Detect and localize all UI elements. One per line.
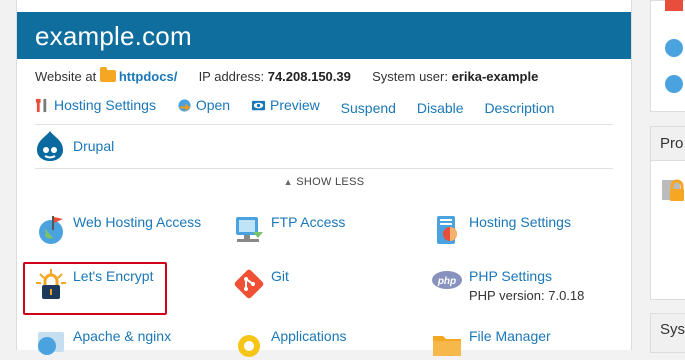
lock-icon (662, 179, 684, 201)
open-link[interactable]: Open (177, 97, 230, 113)
drupal-icon (37, 131, 63, 161)
actions-bar: Hosting Settings Open Preview Suspend Di… (35, 97, 571, 116)
show-less-toggle[interactable]: ▲ SHOW LESS (17, 176, 631, 188)
eye-icon (251, 100, 266, 110)
calendar-icon (665, 0, 683, 11)
httpdocs-link[interactable]: httpdocs/ (119, 69, 178, 84)
chevron-up-icon: ▲ (283, 177, 293, 187)
folder-icon (99, 67, 116, 82)
gear-icon (238, 335, 260, 357)
apache-nginx-tile[interactable]: Apache & nginx (35, 328, 171, 360)
php-version: PHP version: 7.0.18 (469, 288, 585, 303)
domain-info: Website at httpdocs/ IP address: 74.208.… (35, 67, 539, 84)
divider (35, 168, 613, 169)
description-link[interactable]: Description (484, 100, 554, 116)
globe-icon (665, 75, 683, 93)
file-manager-tile[interactable]: File Manager (431, 328, 551, 360)
sidebar-panel (650, 0, 685, 112)
svg-text:php: php (437, 276, 456, 287)
sidebar-panel-title: Syst (650, 313, 685, 353)
applications-tile[interactable]: Applications (233, 328, 347, 360)
hosting-settings-link[interactable]: Hosting Settings (35, 97, 156, 113)
globe-arrow-icon (178, 98, 191, 112)
wrench-icon (35, 98, 47, 112)
globe-icon (665, 39, 683, 57)
web-hosting-access-tile[interactable]: Web Hosting Access (35, 214, 201, 246)
git-tile[interactable]: Git (233, 268, 289, 300)
lets-encrypt-tile[interactable]: Let's Encrypt (35, 268, 154, 300)
ip-value: 74.208.150.39 (267, 69, 351, 84)
lock-sun-icon (36, 269, 66, 299)
domain-header: example.com (17, 12, 631, 59)
server-globe-icon (38, 332, 64, 355)
php-icon: php (432, 271, 462, 289)
hosting-settings-tile[interactable]: Hosting Settings (431, 214, 571, 246)
preview-link[interactable]: Preview (251, 97, 320, 113)
ftp-server-icon (236, 217, 263, 242)
disable-link[interactable]: Disable (417, 100, 464, 116)
php-settings-tile[interactable]: php PHP Settings PHP version: 7.0.18 (431, 268, 584, 303)
website-at-label: Website at (35, 69, 97, 84)
domain-title: example.com (35, 21, 192, 51)
suspend-link[interactable]: Suspend (341, 100, 396, 116)
divider (35, 124, 613, 125)
sidebar-panel-title: Pro (651, 127, 685, 161)
globe-flag-icon (39, 216, 63, 244)
settings-scroll-icon (437, 216, 457, 244)
ftp-access-tile[interactable]: FTP Access (233, 214, 345, 246)
ip-label: IP address: (198, 69, 265, 84)
sidebar-panel: Pro (650, 126, 685, 300)
folder-icon (433, 336, 461, 356)
drupal-link[interactable]: Drupal (35, 130, 114, 162)
user-value: erika-example (451, 69, 539, 84)
user-label: System user: (372, 69, 448, 84)
git-icon (234, 269, 264, 299)
domain-card: example.com Website at httpdocs/ IP addr… (16, 0, 632, 357)
